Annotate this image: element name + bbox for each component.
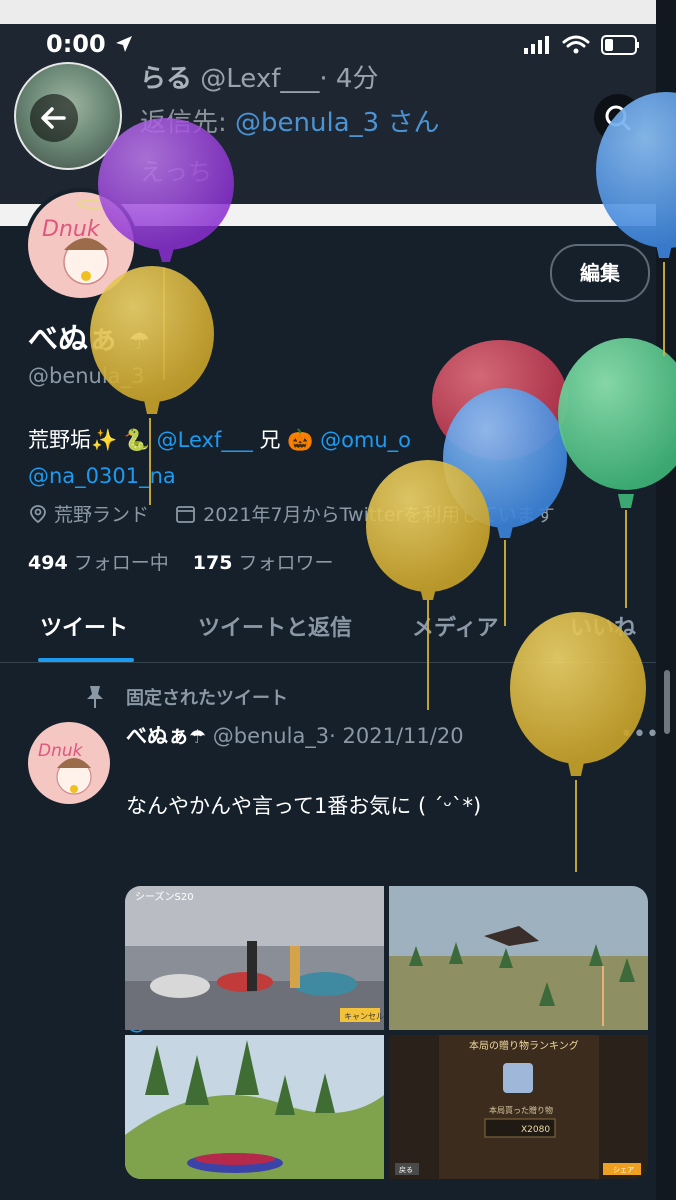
- location-pin-icon: [30, 505, 46, 524]
- umbrella-emoji: ☂: [189, 726, 207, 748]
- more-options-icon[interactable]: •••: [620, 722, 659, 747]
- profile-display-name: べぬぁ ☂: [28, 322, 150, 357]
- back-button[interactable]: [30, 94, 78, 142]
- right-edge: [656, 0, 676, 1200]
- location-arrow-icon: [116, 36, 133, 52]
- avatar-illustration: Dnuk: [38, 741, 92, 795]
- svg-text:戻る: 戻る: [399, 1165, 413, 1174]
- status-time: 0:00: [46, 30, 134, 58]
- follow-counts: 494 フォロー中 175 フォロワー: [28, 548, 334, 575]
- bio-link-omu[interactable]: @omu_o: [320, 428, 411, 452]
- profile-meta: 荒野ランド 2021年7月からTwitterを利用しています: [28, 500, 555, 527]
- pin-icon: [87, 686, 103, 708]
- bio-link-na[interactable]: @na_0301_na: [28, 464, 176, 488]
- search-icon: [605, 105, 631, 131]
- followers-link[interactable]: 175 フォロワー: [193, 552, 334, 574]
- pinned-label: 固定されたツイート: [126, 688, 288, 709]
- edit-profile-button[interactable]: 編集: [550, 244, 650, 302]
- underlay-tweet-text: えっち: [140, 158, 212, 186]
- svg-text:X2080: X2080: [521, 1125, 550, 1135]
- bio-link-lexf[interactable]: @Lexf___: [157, 428, 253, 452]
- underlay-reply-to: 返信先: @benula_3 さん: [140, 108, 440, 138]
- profile-handle: @benula_3: [28, 364, 145, 388]
- back-arrow-icon: [41, 107, 66, 129]
- tab-tweets-replies[interactable]: ツイートと返信: [198, 610, 352, 642]
- avatar-illustration: Dnuk: [42, 199, 111, 285]
- tweet-avatar[interactable]: Dnuk: [28, 722, 110, 804]
- scrollbar[interactable]: [664, 670, 670, 734]
- media-image-4[interactable]: 本局の贈り物ランキング 本局貰った贈り物 X2080 戻る シェア: [389, 1035, 648, 1179]
- wifi-icon: [562, 35, 590, 54]
- cellular-signal-icon: [524, 36, 549, 54]
- top-strip: [0, 0, 676, 24]
- tab-tweets[interactable]: ツイート: [40, 610, 128, 642]
- profile-avatar[interactable]: Dnuk: [24, 188, 138, 302]
- media-image-3[interactable]: [125, 1035, 384, 1179]
- tabs-divider: [0, 662, 656, 663]
- tweet-header: べぬぁ☂ @benula_3· 2021/11/20: [126, 724, 464, 748]
- search-button[interactable]: [594, 94, 642, 142]
- svg-text:本局貰った贈り物: 本局貰った贈り物: [489, 1105, 553, 1115]
- media-image-2[interactable]: [389, 886, 648, 1030]
- tab-likes[interactable]: いいね: [570, 610, 636, 642]
- svg-text:Dnuk: Dnuk: [42, 217, 101, 242]
- calendar-icon: [176, 506, 196, 523]
- svg-text:キャンセル: キャンセル: [344, 1012, 384, 1021]
- status-icons: [524, 35, 639, 55]
- balloon-yellow-2: [366, 460, 490, 710]
- profile-joined: 2021年7月からTwitterを利用しています: [203, 504, 555, 526]
- profile-bio: 荒野垢✨ 🐍 @Lexf___ 兄 🎃 @omu_o @na_0301_na: [28, 428, 412, 488]
- svg-text:本局の贈り物ランキング: 本局の贈り物ランキング: [469, 1039, 579, 1052]
- media-image-1[interactable]: シーズンS20 キャンセル: [125, 886, 384, 1030]
- tweet-media-grid[interactable]: シーズンS20 キャンセル 本局の贈り物ランキング 本局貰った贈り物 X2080…: [125, 886, 648, 1179]
- tab-media[interactable]: メディア: [412, 610, 498, 642]
- svg-text:シーズンS20: シーズンS20: [135, 890, 194, 903]
- svg-text:シェア: シェア: [613, 1166, 634, 1174]
- following-link[interactable]: 494 フォロー中: [28, 552, 169, 574]
- svg-text:Dnuk: Dnuk: [38, 741, 84, 761]
- battery-icon: [601, 35, 639, 55]
- underlay-tweet-header: らる @Lexf___· 4分: [140, 64, 379, 94]
- umbrella-emoji: ☂: [128, 327, 150, 355]
- profile-location: 荒野ランド: [54, 504, 150, 526]
